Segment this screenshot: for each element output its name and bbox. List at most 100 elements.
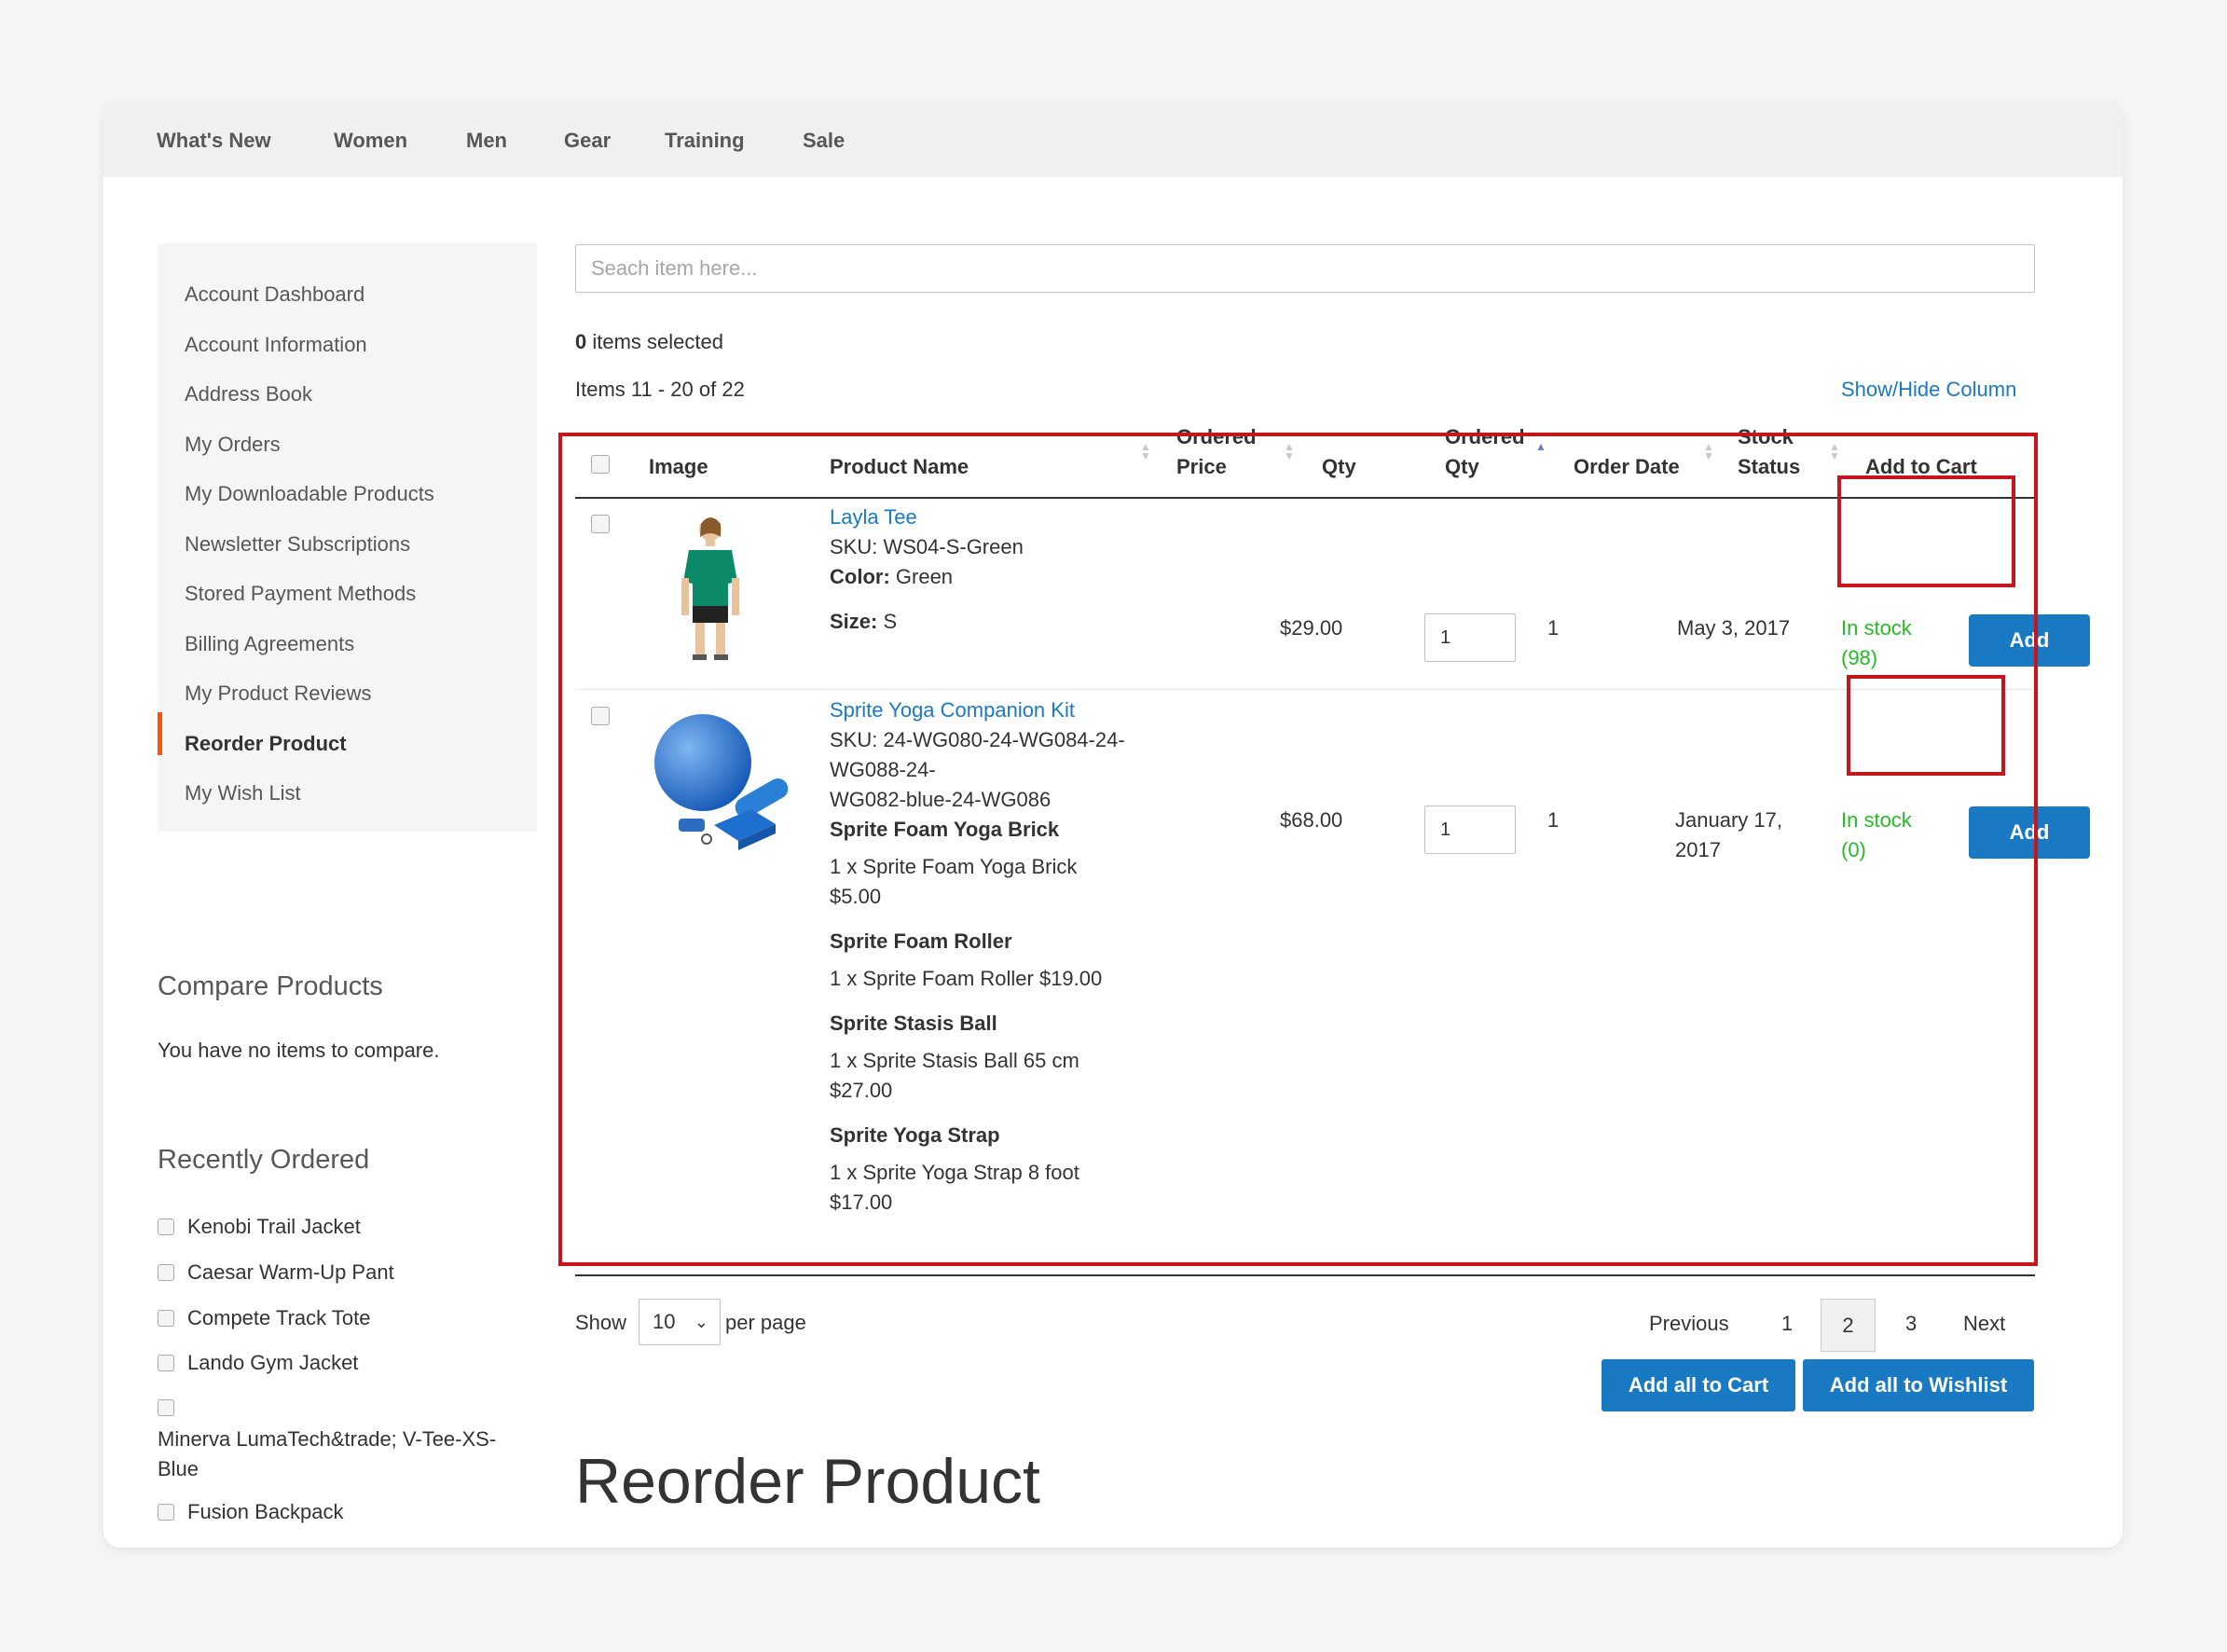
recently-ordered-label: Compete Track Tote	[187, 1306, 371, 1330]
per-page-value: 10	[653, 1310, 676, 1333]
bundle-option-title: Sprite Yoga Strap	[830, 1123, 1000, 1147]
header-ordered-price-line2: Price	[1176, 455, 1227, 478]
header-order-date[interactable]: Order Date	[1574, 452, 1680, 482]
add-to-cart-button[interactable]: Add	[1969, 614, 2090, 667]
row-divider	[575, 689, 2035, 690]
nav-women[interactable]: Women	[334, 129, 407, 153]
ordered-qty: 1	[1547, 616, 1560, 640]
recently-ordered-checkbox[interactable]	[158, 1264, 174, 1282]
sort-arrows-icon[interactable]: ▲ ▼	[1284, 441, 1295, 461]
recently-ordered-checkbox[interactable]	[158, 1399, 174, 1417]
ordered-price: $68.00	[1280, 808, 1343, 832]
sort-arrows-icon[interactable]: ▲ ▼	[1140, 441, 1151, 461]
table-header-divider	[575, 497, 2035, 499]
recently-ordered-checkbox[interactable]	[158, 1355, 174, 1372]
stock-status-text: In stock	[1841, 616, 1912, 640]
sidebar-item-wish-list[interactable]: My Wish List	[185, 781, 301, 805]
chevron-down-icon: ⌄	[694, 1313, 708, 1331]
row-select-checkbox[interactable]	[591, 515, 610, 533]
bundle-option-title: Sprite Foam Yoga Brick	[830, 818, 1060, 841]
qty-input[interactable]	[1424, 805, 1516, 854]
sort-arrows-icon[interactable]: ▲ ▼	[1703, 441, 1714, 461]
show-hide-column-link[interactable]: Show/Hide Column	[1841, 378, 2016, 402]
pager-next[interactable]: Next	[1963, 1312, 2005, 1336]
search-input[interactable]	[575, 244, 2035, 293]
bundle-option-line: 1 x Sprite Yoga Strap 8 foot	[830, 1161, 1079, 1184]
sidebar-item-my-orders[interactable]: My Orders	[185, 433, 281, 457]
recently-ordered-label: Caesar Warm-Up Pant	[187, 1260, 394, 1285]
recently-ordered-item: Fusion Backpack	[158, 1499, 344, 1524]
bundle-option-title: Sprite Foam Roller	[830, 929, 1012, 953]
pager-page-3[interactable]: 3	[1905, 1312, 1917, 1336]
product-image-layla-tee[interactable]	[668, 513, 752, 664]
order-date: May 3, 2017	[1677, 616, 1791, 640]
row-select-checkbox[interactable]	[591, 707, 610, 725]
qty-input[interactable]	[1424, 613, 1516, 662]
recently-ordered-item: Kenobi Trail Jacket	[158, 1214, 361, 1239]
select-all-checkbox[interactable]	[591, 455, 610, 474]
per-page-select[interactable]: 10 ⌄	[639, 1299, 721, 1345]
stock-status-text: In stock	[1841, 808, 1912, 832]
product-image-yoga-kit[interactable]	[649, 709, 798, 858]
recently-ordered-checkbox[interactable]	[158, 1310, 174, 1328]
product-cell: Sprite Yoga Companion Kit SKU: 24-WG080-…	[830, 695, 1137, 1218]
header-stock-status[interactable]: Stock Status	[1738, 422, 1800, 482]
product-cell: Layla Tee SKU: WS04-S-Green Color: Green…	[830, 502, 1119, 637]
recently-ordered-checkbox[interactable]	[158, 1504, 174, 1521]
pager-page-current: 2	[1821, 1299, 1876, 1352]
header-image: Image	[649, 455, 708, 478]
sort-arrows-icon[interactable]: ▲ ▼	[1829, 441, 1840, 461]
add-to-cart-button[interactable]: Add	[1969, 806, 2090, 859]
recently-ordered-item: Minerva LumaTech&trade; V-Tee-XS-Blue	[158, 1395, 530, 1484]
add-button-highlight-box	[1837, 475, 2015, 587]
nav-men[interactable]: Men	[466, 129, 507, 153]
header-product-name[interactable]: Product Name	[830, 452, 969, 482]
sidebar-item-payment-methods[interactable]: Stored Payment Methods	[185, 582, 416, 606]
account-sidebar-nav: Account Dashboard Account Information Ad…	[158, 243, 537, 832]
product-name-link[interactable]: Sprite Yoga Companion Kit	[830, 698, 1075, 722]
recently-ordered-label: Kenobi Trail Jacket	[187, 1215, 361, 1239]
top-navigation: What's New Women Men Gear Training Sale	[103, 103, 2123, 177]
bundle-option-title: Sprite Stasis Ball	[830, 1012, 997, 1035]
bundle-option-line: $17.00	[830, 1191, 893, 1214]
sidebar-item-account-dashboard[interactable]: Account Dashboard	[185, 282, 364, 307]
product-name-link[interactable]: Layla Tee	[830, 505, 917, 529]
bundle-option-line: 1 x Sprite Foam Roller $19.00	[830, 967, 1103, 990]
bundle-option-line: $27.00	[830, 1079, 893, 1102]
recently-ordered-checkbox[interactable]	[158, 1218, 174, 1236]
nav-sale[interactable]: Sale	[803, 129, 845, 153]
sidebar-item-downloadable-products[interactable]: My Downloadable Products	[185, 482, 434, 506]
recently-ordered-label: Lando Gym Jacket	[187, 1351, 359, 1375]
color-value: Green	[895, 565, 954, 588]
recently-ordered-item: Lando Gym Jacket	[158, 1350, 358, 1375]
sidebar-item-account-information[interactable]: Account Information	[185, 333, 367, 357]
sidebar-item-product-reviews[interactable]: My Product Reviews	[185, 681, 372, 706]
header-ordered-qty[interactable]: Ordered Qty	[1445, 422, 1525, 482]
nav-whats-new[interactable]: What's New	[157, 129, 271, 153]
sidebar-item-address-book[interactable]: Address Book	[185, 382, 312, 406]
sidebar-item-billing-agreements[interactable]: Billing Agreements	[185, 632, 354, 656]
size-value: S	[883, 610, 898, 633]
ordered-qty: 1	[1547, 808, 1560, 832]
product-sku: SKU: WS04-S-Green	[830, 535, 1024, 558]
header-stock-status-line2: Status	[1738, 455, 1801, 478]
header-ordered-price[interactable]: Ordered Price	[1176, 422, 1257, 482]
nav-gear[interactable]: Gear	[564, 129, 611, 153]
sort-ascending-icon[interactable]: ▲	[1535, 441, 1547, 452]
page-frame: What's New Women Men Gear Training Sale …	[103, 103, 2123, 1548]
toolbar-divider	[575, 1274, 2035, 1276]
add-all-to-cart-button[interactable]: Add all to Cart	[1602, 1359, 1795, 1411]
stock-quantity: (0)	[1841, 838, 1866, 861]
nav-training[interactable]: Training	[665, 129, 745, 153]
sidebar-item-reorder-product[interactable]: Reorder Product	[185, 732, 347, 756]
pager-page-1[interactable]: 1	[1781, 1312, 1793, 1336]
items-count: Items 11 - 20 of 22	[575, 378, 745, 401]
pager-previous[interactable]: Previous	[1649, 1312, 1729, 1336]
compare-title: Compare Products	[158, 971, 383, 1001]
header-qty: Qty	[1322, 455, 1356, 478]
product-sku-line: WG082-blue-24-WG086	[830, 788, 1052, 811]
order-date-line: January 17,	[1675, 808, 1782, 832]
recently-ordered-item: Compete Track Tote	[158, 1305, 370, 1330]
add-all-to-wishlist-button[interactable]: Add all to Wishlist	[1803, 1359, 2034, 1411]
sidebar-item-newsletter[interactable]: Newsletter Subscriptions	[185, 532, 410, 557]
